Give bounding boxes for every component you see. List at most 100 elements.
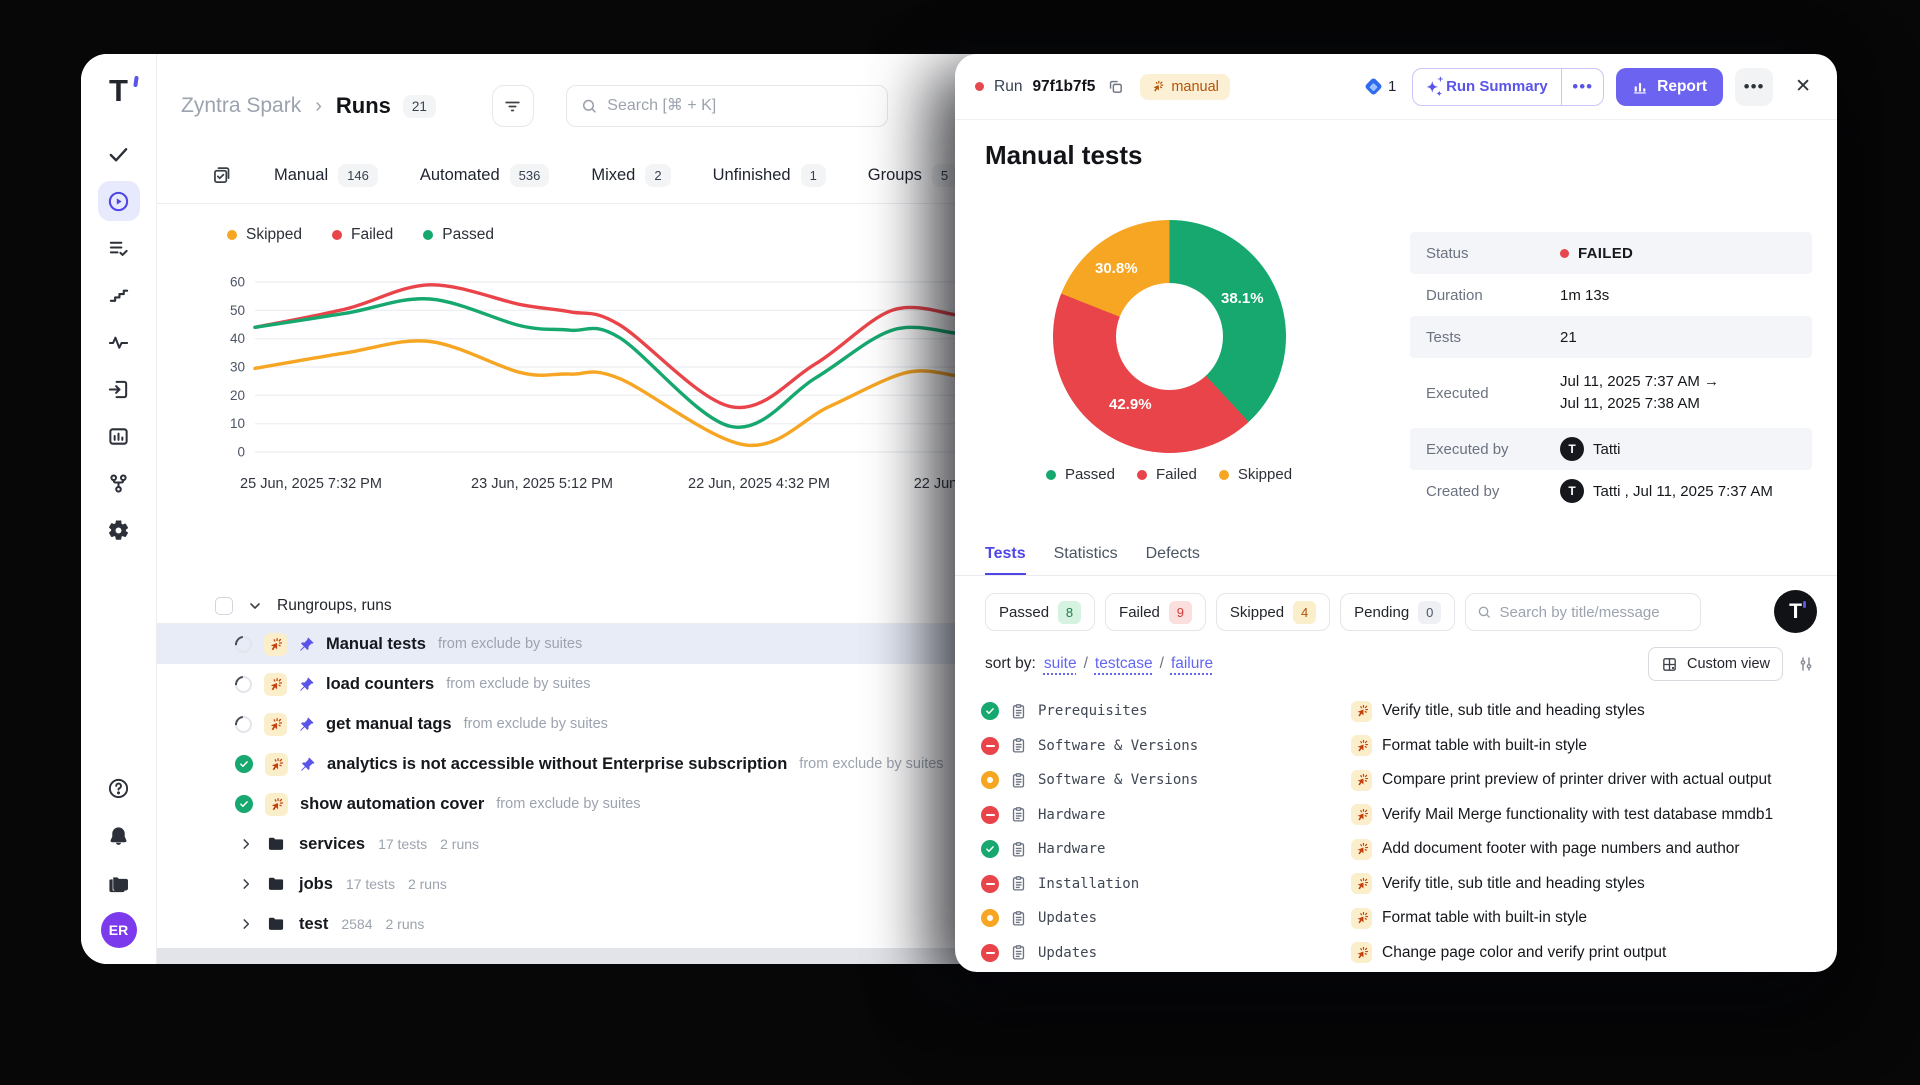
sidebar-item-checklist[interactable] [98, 228, 140, 268]
tab-statistics[interactable]: Statistics [1054, 534, 1118, 575]
check-icon [107, 143, 130, 166]
sort-by-suite[interactable]: suite [1044, 655, 1077, 673]
search-input[interactable] [607, 97, 873, 115]
manual-cursor-icon [265, 793, 288, 816]
svg-text:30: 30 [230, 360, 245, 375]
legend-failed: Failed [1137, 466, 1197, 483]
custom-view-button[interactable]: Custom view [1648, 647, 1783, 681]
donut-legend: Passed Failed Skipped [994, 466, 1344, 483]
chevron-right-icon[interactable] [239, 917, 253, 931]
filter-button[interactable] [492, 85, 534, 127]
sort-by-testcase[interactable]: testcase [1095, 655, 1153, 673]
test-title-cell[interactable]: Verify title, sub title and heading styl… [1351, 873, 1837, 894]
chip-pending[interactable]: Pending0 [1340, 593, 1455, 631]
tab-manual[interactable]: Manual146 [274, 164, 378, 187]
manual-cursor-icon [1351, 942, 1372, 963]
test-suite-cell[interactable]: Updates [981, 944, 1351, 962]
svg-text:0: 0 [237, 445, 245, 460]
folder-tests-count: 2584 [341, 916, 372, 932]
executed-by-row: Executed by TTatti [1410, 428, 1812, 470]
report-button[interactable]: Report [1616, 68, 1723, 106]
chevron-right-icon[interactable] [239, 877, 253, 891]
user-avatar[interactable]: ER [101, 912, 137, 948]
test-suite-cell[interactable]: Hardware [981, 806, 1351, 824]
sidebar-item-import[interactable] [98, 369, 140, 409]
manual-cursor-icon [264, 713, 287, 736]
run-title[interactable]: get manual tags [326, 715, 452, 734]
test-suite-cell[interactable]: Prerequisites [981, 702, 1351, 720]
tab-mixed[interactable]: Mixed2 [591, 164, 670, 187]
sidebar: T [81, 54, 157, 964]
clipboard-icon [1010, 875, 1027, 892]
sidebar-item-help[interactable] [98, 768, 140, 808]
test-title-cell[interactable]: Add document footer with page numbers an… [1351, 839, 1837, 860]
tab-defects[interactable]: Defects [1146, 534, 1200, 575]
folder-name[interactable]: test [299, 915, 328, 934]
test-suite-cell[interactable]: Installation [981, 875, 1351, 893]
app-logo[interactable]: T [104, 74, 134, 108]
sliders-icon[interactable] [1797, 655, 1815, 673]
test-title-cell[interactable]: Verify title, sub title and heading styl… [1351, 701, 1837, 722]
play-circle-icon [107, 190, 130, 213]
test-title-cell[interactable]: Compare print preview of printer driver … [1351, 770, 1837, 791]
report-bars-icon [1632, 79, 1648, 95]
test-suite-cell[interactable]: Software & Versions [981, 771, 1351, 789]
run-title[interactable]: load counters [326, 675, 434, 694]
test-suite-cell[interactable]: Hardware [981, 840, 1351, 858]
select-all-checkbox[interactable] [215, 597, 233, 615]
tab-tests[interactable]: Tests [985, 534, 1026, 575]
run-title[interactable]: analytics is not accessible without Ente… [327, 755, 787, 774]
sidebar-item-branch[interactable] [98, 463, 140, 503]
sidebar-item-steps[interactable] [98, 275, 140, 315]
folder-name[interactable]: services [299, 835, 365, 854]
test-title-cell[interactable]: Format table with built-in style [1351, 735, 1837, 756]
test-title-cell[interactable]: Format table with built-in style [1351, 908, 1837, 929]
svg-text:20: 20 [230, 388, 245, 403]
linked-issues[interactable]: 1 [1367, 78, 1396, 95]
test-suite-cell[interactable]: Software & Versions [981, 737, 1351, 755]
chevron-right-icon[interactable] [239, 837, 253, 851]
sidebar-item-tasks[interactable] [98, 134, 140, 174]
tab-groups[interactable]: Groups5 [868, 164, 957, 187]
sidebar-item-projects[interactable] [98, 864, 140, 904]
test-title-cell[interactable]: Verify Mail Merge functionality with tes… [1351, 804, 1837, 825]
run-detail-tabs: Tests Statistics Defects [955, 534, 1837, 576]
tab-unfinished[interactable]: Unfinished1 [713, 164, 826, 187]
sidebar-item-notifications[interactable] [98, 816, 140, 856]
multi-select-icon[interactable] [211, 165, 232, 186]
run-title[interactable]: Manual tests [326, 635, 426, 654]
sort-by-failure[interactable]: failure [1171, 655, 1213, 673]
run-title-heading: Manual tests [985, 140, 1143, 171]
sidebar-item-runs[interactable] [98, 181, 140, 221]
global-search[interactable] [566, 85, 888, 127]
failed-dot [332, 230, 342, 240]
copy-icon[interactable] [1107, 78, 1124, 95]
svg-text:50: 50 [230, 303, 245, 318]
chevron-down-icon[interactable] [247, 598, 263, 614]
chip-passed[interactable]: Passed8 [985, 593, 1095, 631]
run-title[interactable]: show automation cover [300, 795, 484, 814]
run-summary-button[interactable]: ✦+✦ Run Summary ••• [1412, 68, 1604, 106]
pulse-icon [107, 331, 130, 354]
sidebar-item-settings[interactable] [98, 510, 140, 550]
chip-failed[interactable]: Failed9 [1105, 593, 1206, 631]
folder-name[interactable]: jobs [299, 875, 333, 894]
tab-automated[interactable]: Automated536 [420, 164, 550, 187]
breadcrumb-project[interactable]: Zyntra Spark [181, 94, 301, 118]
close-icon[interactable]: ✕ [1789, 69, 1817, 104]
manual-badge[interactable]: manual [1140, 74, 1230, 100]
more-actions-button[interactable]: ••• [1735, 68, 1773, 106]
sidebar-item-analytics[interactable] [98, 416, 140, 456]
support-avatar-button[interactable]: T [1774, 590, 1817, 633]
sort-label: sort by: [985, 655, 1036, 673]
test-suite-cell[interactable]: Updates [981, 909, 1351, 927]
tests-search-input[interactable] [1500, 604, 1690, 621]
tests-search[interactable] [1465, 593, 1701, 631]
sidebar-item-pulse[interactable] [98, 322, 140, 362]
passed-dot [1046, 470, 1056, 480]
run-summary-more-button[interactable]: ••• [1562, 69, 1603, 105]
x-tick-label: 25 Jun, 2025 7:32 PM [240, 476, 382, 492]
chip-skipped[interactable]: Skipped4 [1216, 593, 1330, 631]
test-title-cell[interactable]: Change page color and verify print outpu… [1351, 942, 1837, 963]
skipped-dot [227, 230, 237, 240]
